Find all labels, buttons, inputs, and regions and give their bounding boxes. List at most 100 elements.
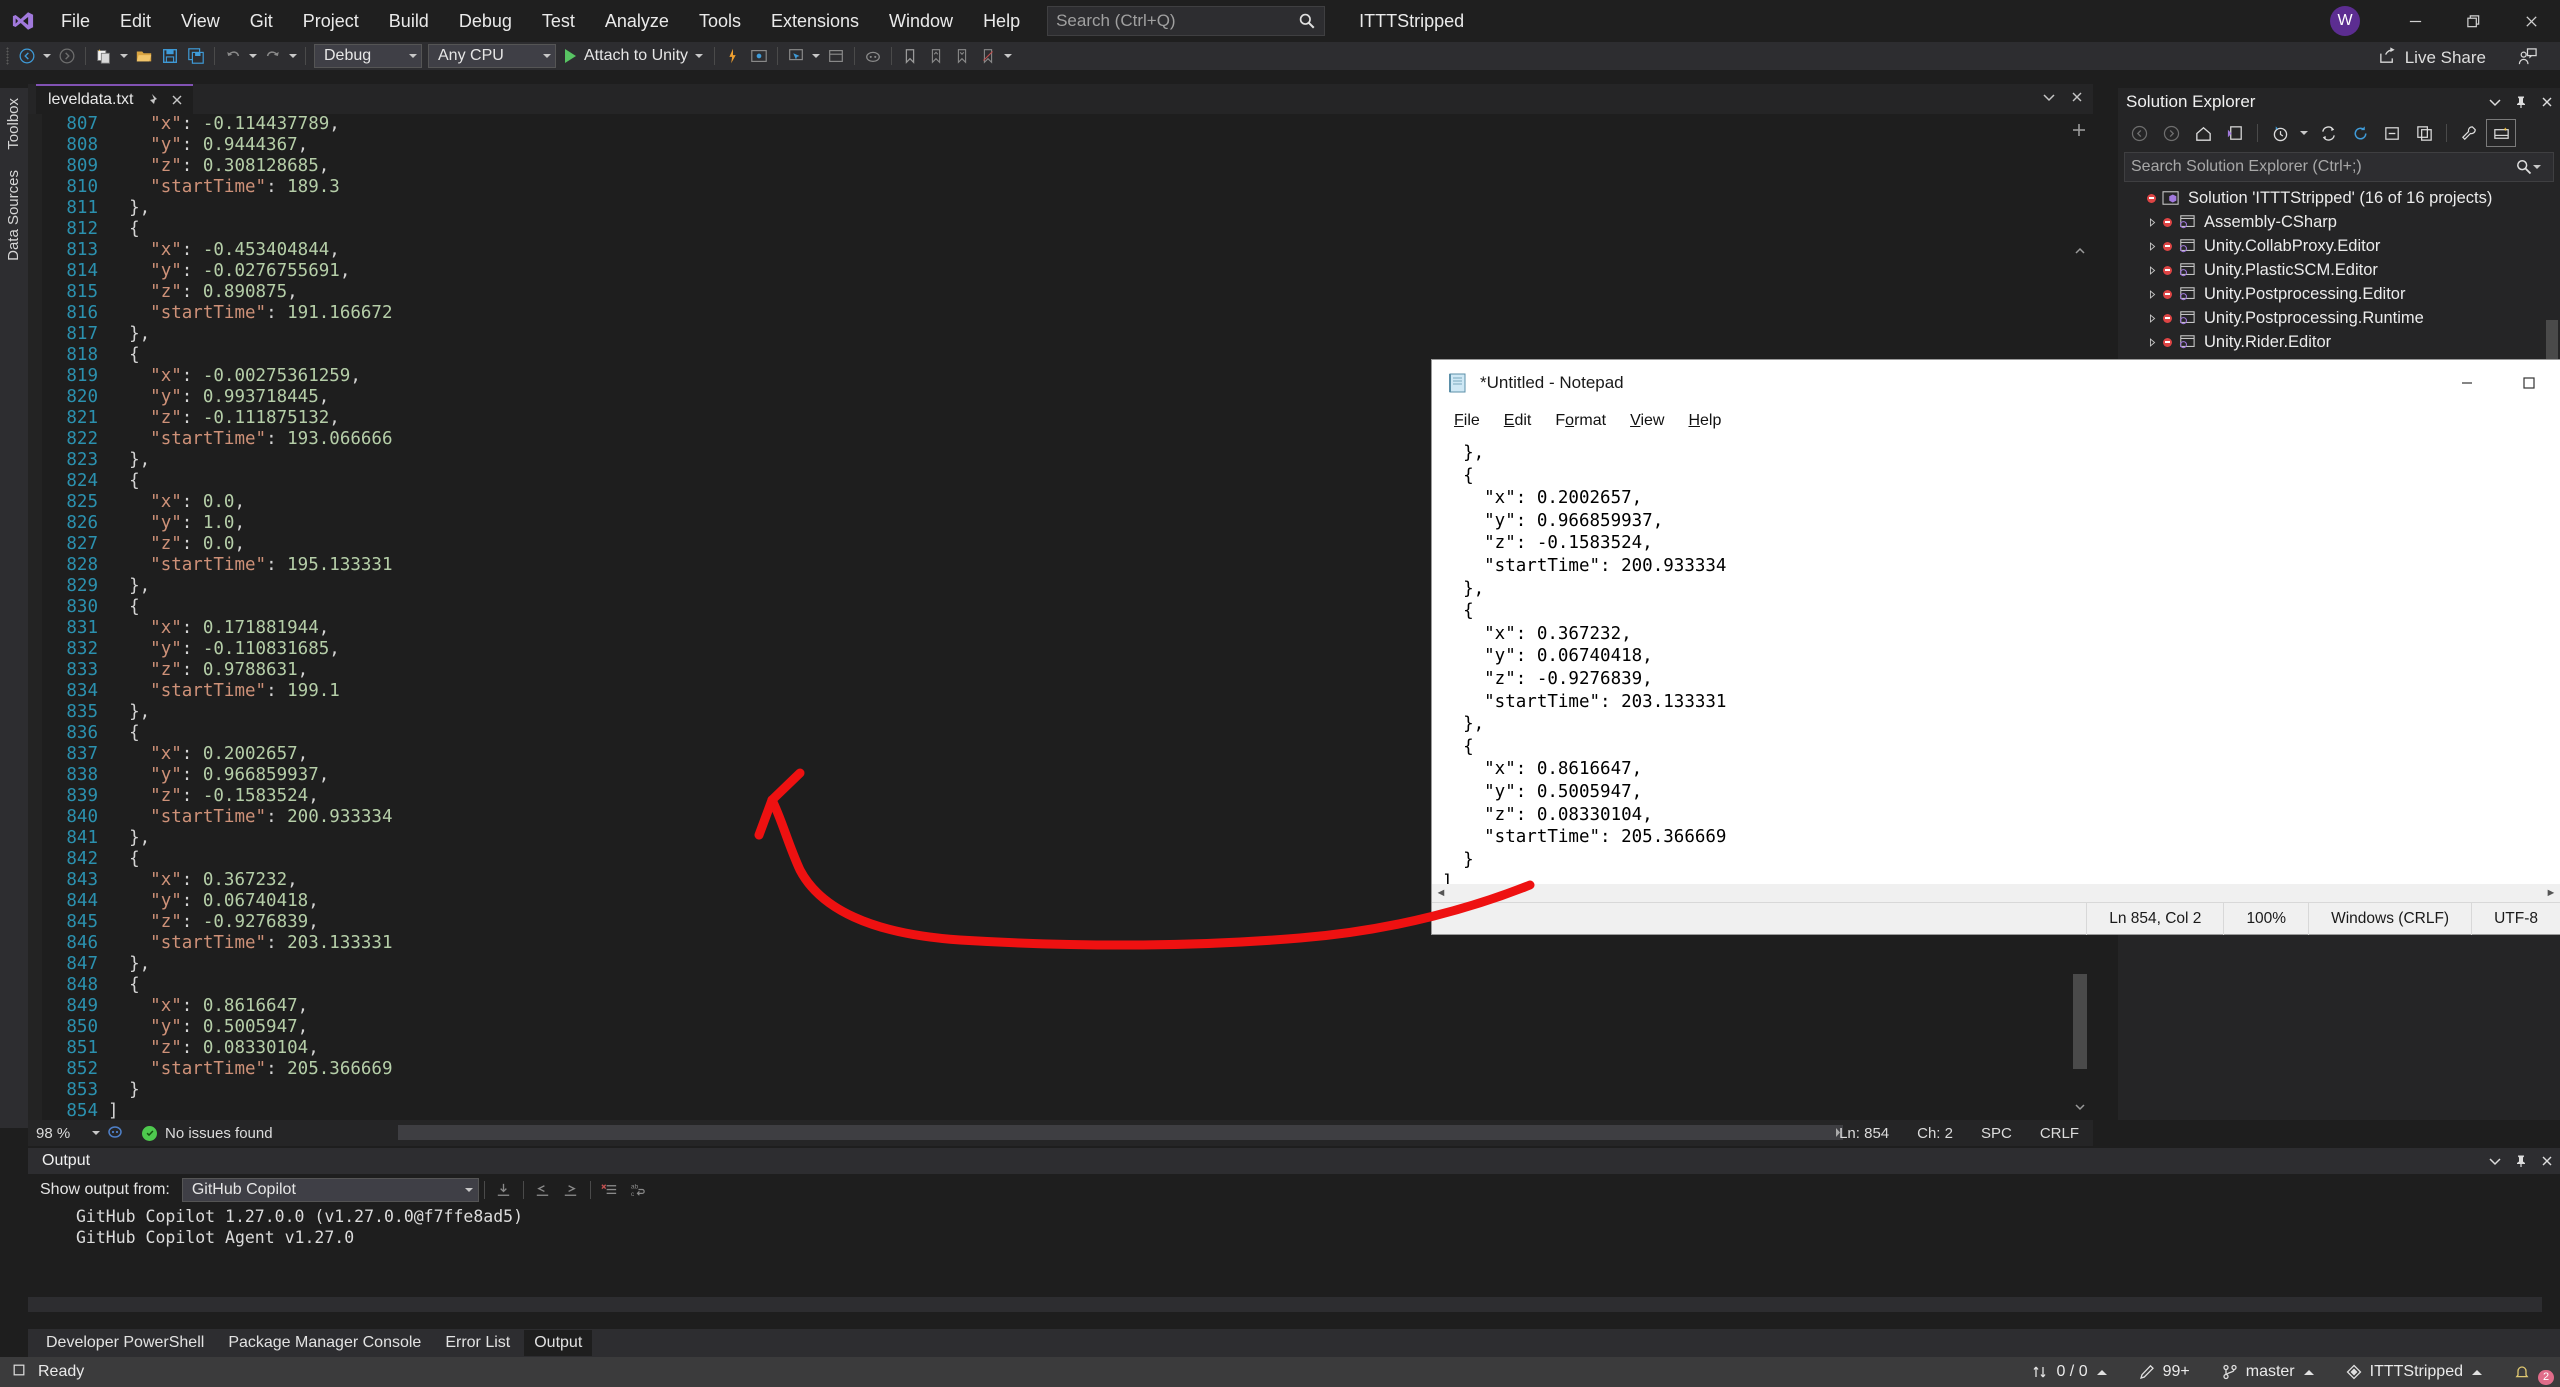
menu-git[interactable]: Git [235,0,288,42]
close-icon[interactable] [2502,0,2560,42]
close-icon[interactable] [2534,89,2560,115]
scroll-up-icon[interactable] [2073,244,2087,258]
close-icon[interactable] [2534,1148,2560,1174]
editor-line[interactable]: 848 { [42,975,2093,996]
redo-dropdown[interactable] [286,42,300,70]
solution-explorer-tree[interactable]: Solution 'ITTTStripped' (16 of 16 projec… [2118,186,2560,378]
navigate-back-dropdown[interactable] [40,42,54,70]
expand-arrow-icon[interactable] [2144,214,2160,230]
history-icon[interactable] [2265,119,2295,147]
menu-project[interactable]: Project [288,0,374,42]
navigate-forward-icon[interactable] [557,1177,585,1203]
notepad-eol[interactable]: Windows (CRLF) [2308,903,2471,935]
clear-bookmarks-icon[interactable] [975,42,1001,70]
editor-line[interactable]: 812 { [42,219,2093,240]
build-configuration-combo[interactable]: Debug [314,44,422,68]
status-pending-changes[interactable]: 99+ [2123,1363,2206,1381]
restore-icon[interactable] [2498,360,2560,406]
editor-line[interactable]: 809 "z": 0.308128685, [42,156,2093,177]
editor-line[interactable]: 813 "x": -0.453404844, [42,240,2093,261]
editor-zoom-combo[interactable]: 98 % [28,1125,106,1142]
document-tab-leveldata[interactable]: leveldata.txt [36,84,193,114]
status-branch[interactable]: master [2206,1363,2330,1381]
menu-extensions[interactable]: Extensions [756,0,874,42]
expand-arrow-icon[interactable] [2144,334,2160,350]
editor-line[interactable]: 817 }, [42,324,2093,345]
next-bookmark-icon[interactable] [949,42,975,70]
minimize-icon[interactable] [2386,0,2444,42]
expand-arrow-icon[interactable] [2144,238,2160,254]
window-layout-icon[interactable] [823,42,849,70]
save-all-icon[interactable] [183,42,209,70]
project-node[interactable]: Unity.PlasticSCM.Editor [2118,258,2560,282]
project-node[interactable]: Unity.Postprocessing.Editor [2118,282,2560,306]
project-node[interactable]: Unity.Postprocessing.Runtime [2118,306,2560,330]
status-repository[interactable]: ITTTStripped [2330,1363,2498,1381]
close-group-icon[interactable] [2069,89,2085,105]
undo-icon[interactable] [220,42,246,70]
notepad-menu-format[interactable]: Format [1545,409,1616,433]
select-element-icon[interactable] [783,42,809,70]
copilot-icon[interactable] [860,42,886,70]
sidebar-item-toolbox[interactable]: Toolbox [0,88,27,160]
history-dropdown[interactable] [2297,119,2311,147]
copilot-status-icon[interactable] [106,1122,124,1144]
menu-window[interactable]: Window [874,0,968,42]
save-icon[interactable] [157,42,183,70]
platform-combo[interactable]: Any CPU [428,44,556,68]
new-item-icon[interactable] [91,42,117,70]
navigate-back-icon[interactable] [529,1177,557,1203]
split-view-icon[interactable] [2071,122,2087,138]
editor-line[interactable]: 816 "startTime": 191.166672 [42,303,2093,324]
editor-line[interactable]: 810 "startTime": 189.3 [42,177,2093,198]
pin-icon[interactable] [143,92,159,108]
menu-build[interactable]: Build [374,0,444,42]
editor-line[interactable]: 815 "z": 0.890875, [42,282,2093,303]
menu-debug[interactable]: Debug [444,0,527,42]
bottom-panel-tabs[interactable]: Developer PowerShellPackage Manager Cons… [28,1329,2560,1357]
minimize-icon[interactable] [2436,360,2498,406]
menu-edit[interactable]: Edit [105,0,166,42]
notepad-zoom[interactable]: 100% [2223,903,2308,935]
sidebar-item-data-sources[interactable]: Data Sources [0,160,27,271]
bottom-tab-developer-powershell[interactable]: Developer PowerShell [36,1330,214,1356]
pin-icon[interactable] [2508,89,2534,115]
chevron-down-icon[interactable] [2482,89,2508,115]
close-tab-icon[interactable] [169,92,185,108]
toolbar-overflow[interactable] [1001,42,1015,70]
expand-arrow-icon[interactable] [2144,310,2160,326]
menu-tools[interactable]: Tools [684,0,756,42]
output-vertical-scrollbar[interactable] [2544,1206,2560,1328]
notepad-menu-help[interactable]: Help [1678,409,1731,433]
notepad-window[interactable]: *Untitled - Notepad File Edit Format Vie… [1432,360,2560,934]
editor-line-indicator[interactable]: Ln: 854 [1825,1125,1903,1142]
menu-analyze[interactable]: Analyze [590,0,684,42]
expand-arrow-icon[interactable] [2144,286,2160,302]
toolbar-grip[interactable] [0,42,14,70]
status-sync-counts[interactable]: 0 / 0 [2016,1363,2122,1381]
status-notifications[interactable]: 2 [2498,1364,2546,1380]
hot-reload-icon[interactable] [720,42,746,70]
pin-icon[interactable] [2508,1148,2534,1174]
menu-view[interactable]: View [166,0,235,42]
previous-bookmark-icon[interactable] [923,42,949,70]
open-file-icon[interactable] [131,42,157,70]
solution-explorer-search-input[interactable]: Search Solution Explorer (Ctrl+;) [2124,152,2554,182]
clear-all-icon[interactable] [596,1177,624,1203]
find-message-icon[interactable] [490,1177,518,1203]
editor-column-indicator[interactable]: Ch: 2 [1903,1125,1967,1142]
select-element-dropdown[interactable] [809,42,823,70]
project-node[interactable]: Assembly-CSharp [2118,210,2560,234]
toggle-word-wrap-icon[interactable]: abc [624,1177,652,1203]
menu-file[interactable]: File [46,0,105,42]
show-all-files-icon[interactable] [2409,119,2439,147]
scrollbar-thumb[interactable] [2073,974,2087,1069]
menu-test[interactable]: Test [527,0,590,42]
navigate-back-icon[interactable] [14,42,40,70]
send-feedback-icon[interactable] [2517,47,2538,73]
forward-icon[interactable] [2156,119,2186,147]
editor-line[interactable]: 811 }, [42,198,2093,219]
editor-line[interactable]: 846 "startTime": 203.133331 [42,933,2093,954]
live-share-button[interactable]: Live Share [2378,46,2486,70]
editor-line[interactable]: 850 "y": 0.5005947, [42,1017,2093,1038]
